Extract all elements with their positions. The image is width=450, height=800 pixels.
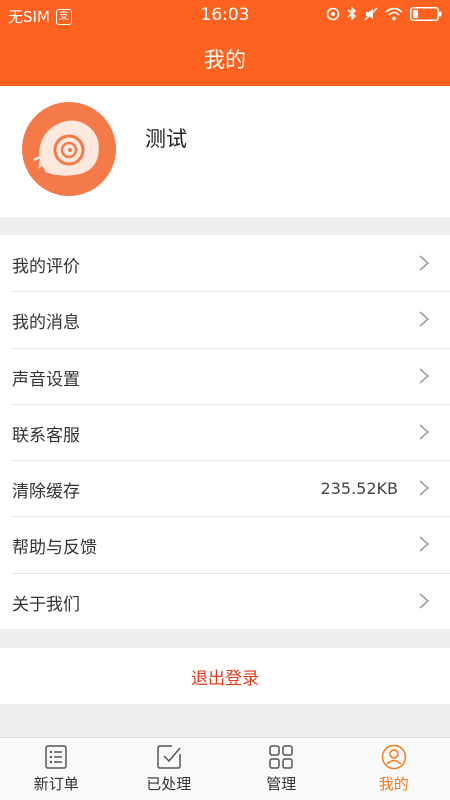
menu-item-label: 清除缓存 [12, 482, 80, 503]
menu-item-about-us[interactable]: 关于我们 [0, 572, 450, 629]
logout-label: 退出登录 [191, 669, 259, 689]
mute-icon [364, 6, 378, 21]
menu-item-customer-service[interactable]: 联系客服 [0, 403, 450, 460]
profile-name: 测试 [145, 127, 187, 151]
processed-icon [157, 745, 181, 769]
bluetooth-icon [347, 6, 357, 21]
avatar[interactable] [20, 100, 118, 198]
grid-icon [269, 745, 293, 769]
menu-item-sound-settings[interactable]: 声音设置 [0, 347, 450, 404]
status-right [326, 6, 442, 21]
chevron-right-icon [419, 255, 430, 271]
bottom-tab-bar: 新订单 已处理 管理 我的 [0, 737, 450, 800]
wifi-icon [385, 7, 403, 20]
nav-bar: 我的 [0, 30, 450, 86]
menu-item-label: 帮助与反馈 [12, 538, 97, 559]
tab-mine[interactable]: 我的 [338, 738, 450, 800]
menu-item-label: 声音设置 [12, 369, 80, 390]
tab-processed[interactable]: 已处理 [113, 738, 226, 800]
chevron-right-icon [419, 311, 430, 327]
menu-item-clear-cache[interactable]: 清除缓存 235.52KB [0, 460, 450, 516]
chevron-right-icon [419, 424, 430, 440]
logout-button[interactable]: 退出登录 [0, 648, 450, 704]
menu-item-label: 关于我们 [12, 594, 80, 615]
status-bar: 无SIM 支 16:03 [0, 0, 450, 30]
chevron-right-icon [419, 536, 430, 553]
battery-icon [410, 6, 442, 21]
chevron-right-icon [419, 480, 430, 496]
tab-label: 管理 [266, 775, 297, 793]
user-icon [381, 744, 406, 770]
tab-label: 我的 [378, 775, 409, 793]
lock-rotation-icon [326, 7, 340, 20]
profile-header[interactable]: 测试 [0, 86, 450, 217]
tab-label: 已处理 [146, 775, 192, 793]
tab-label: 新订单 [33, 775, 79, 793]
chevron-right-icon [419, 368, 430, 384]
menu-item-help-feedback[interactable]: 帮助与反馈 [0, 516, 450, 572]
menu-item-label: 我的消息 [12, 313, 80, 334]
menu-item-label: 我的评价 [12, 257, 80, 277]
menu-item-label: 联系客服 [12, 425, 80, 446]
tab-new-orders[interactable]: 新订单 [0, 738, 113, 800]
tab-manage[interactable]: 管理 [225, 738, 338, 800]
menu-item-reviews[interactable]: 我的评价 [0, 235, 450, 291]
settings-menu: 我的评价 我的消息 声音设置 联系客服 清除缓存 235.52KB 帮助与反馈 … [0, 235, 450, 629]
cache-size-value: 235.52KB [320, 479, 398, 499]
chevron-right-icon [419, 593, 430, 609]
order-list-icon [45, 745, 67, 769]
menu-item-messages[interactable]: 我的消息 [0, 291, 450, 347]
page-title: 我的 [204, 48, 246, 72]
